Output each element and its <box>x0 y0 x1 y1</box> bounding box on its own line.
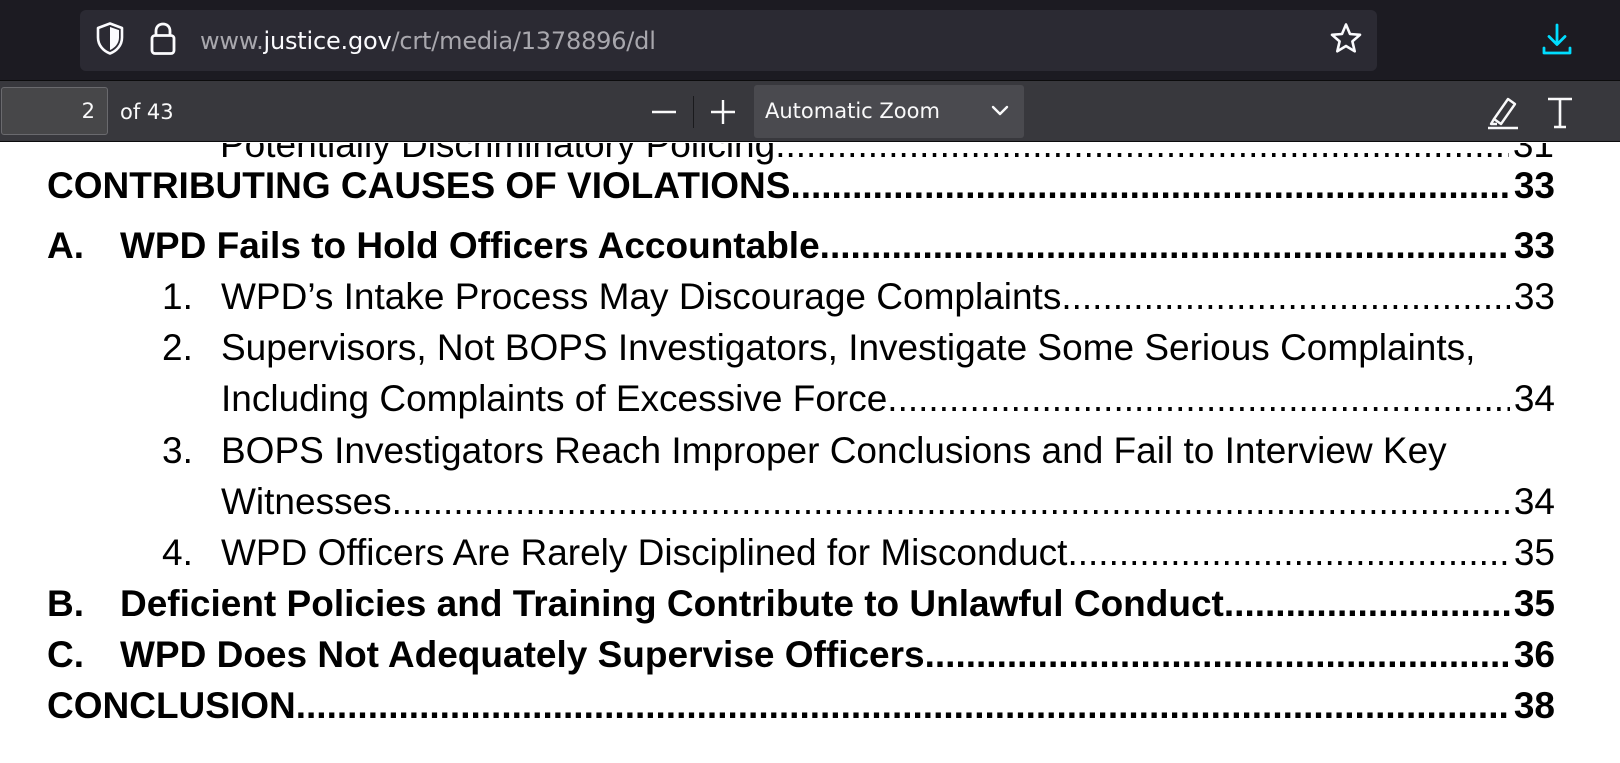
toc-item-marker: 1. <box>162 276 193 317</box>
zoom-select-value: Automatic Zoom <box>765 99 940 123</box>
toc-entry-title: Including Complaints of Excessive Force <box>221 378 888 419</box>
url-text[interactable]: www.justice.gov/crt/media/1378896/dl <box>200 27 656 55</box>
toc-entry-title: CONCLUSION <box>47 685 296 726</box>
toc-entry-page: 35 <box>1513 532 1555 573</box>
text-cursor-icon[interactable] <box>1540 93 1580 136</box>
toc-entry-page: 33 <box>1513 165 1555 206</box>
toc-item-marker: 4. <box>162 532 193 573</box>
toc-section-marker: A. <box>47 225 84 266</box>
download-icon[interactable] <box>1540 22 1574 63</box>
url-path: /crt/media/1378896/dl <box>391 26 656 55</box>
toc-entry-title-line1[interactable]: Supervisors, Not BOPS Investigators, Inv… <box>221 326 1475 370</box>
zoom-out-button[interactable] <box>646 93 682 129</box>
page-number-input[interactable]: 2 <box>1 87 108 135</box>
toc-item-marker: 2. <box>162 327 193 368</box>
toc-entry-contributing-causes[interactable]: CONTRIBUTING CAUSES OF VIOLATIONS 33 <box>47 164 1555 208</box>
toc-entry-title: Witnesses <box>221 481 392 522</box>
lock-icon[interactable] <box>147 20 179 61</box>
toc-entry-item-4[interactable]: WPD Officers Are Rarely Disciplined for … <box>221 531 1555 575</box>
star-icon[interactable] <box>1329 21 1363 60</box>
browser-navbar: www.justice.gov/crt/media/1378896/dl <box>0 0 1620 80</box>
toc-leader-dots <box>1061 275 1510 319</box>
toc-entry-item-2[interactable]: Including Complaints of Excessive Force … <box>221 377 1555 421</box>
toc-entry-section-c[interactable]: WPD Does Not Adequately Supervise Office… <box>120 633 1555 677</box>
toc-entry-item-3[interactable]: Witnesses 34 <box>221 480 1555 524</box>
toc-entry-title: CONTRIBUTING CAUSES OF VIOLATIONS <box>47 165 791 206</box>
toc-entry-title-line1[interactable]: BOPS Investigators Reach Improper Conclu… <box>221 429 1447 473</box>
page-count-label: of 43 <box>120 100 174 124</box>
toc-section-marker: B. <box>47 583 84 624</box>
toc-entry-page: 33 <box>1513 225 1555 266</box>
toc-leader-dots <box>296 684 1510 728</box>
url-host: justice.gov <box>263 26 392 55</box>
toc-entry-section-a[interactable]: WPD Fails to Hold Officers Accountable 3… <box>120 224 1555 268</box>
zoom-in-button[interactable] <box>705 93 741 129</box>
toc-item-marker: 3. <box>162 430 193 471</box>
chevron-down-icon <box>990 104 1010 123</box>
toc-entry-page: 36 <box>1513 634 1555 675</box>
toc-entry-title: WPD’s Intake Process May Discourage Comp… <box>221 276 1062 317</box>
toc-leader-dots <box>1224 582 1510 626</box>
toc-entry-conclusion[interactable]: CONCLUSION 38 <box>47 684 1555 728</box>
toc-leader-dots <box>820 224 1510 268</box>
toc-leader-dots <box>1067 531 1509 575</box>
toc-section-marker: C. <box>47 634 84 675</box>
highlighter-icon[interactable] <box>1484 93 1522 136</box>
toc-leader-dots <box>887 377 1510 421</box>
toc-entry-title: WPD Does Not Adequately Supervise Office… <box>120 634 925 675</box>
toc-leader-dots <box>392 480 1510 524</box>
shield-icon[interactable] <box>94 20 126 61</box>
toc-entry-item-1[interactable]: WPD’s Intake Process May Discourage Comp… <box>221 275 1555 319</box>
toc-entry-title: WPD Fails to Hold Officers Accountable <box>120 225 820 266</box>
toc-entry-section-b[interactable]: Deficient Policies and Training Contribu… <box>120 582 1555 626</box>
toc-entry-page: 35 <box>1513 583 1555 624</box>
toc-entry-title: WPD Officers Are Rarely Disciplined for … <box>221 532 1068 573</box>
pdf-toolbar: 2 of 43 Automatic Zoom <box>0 80 1620 142</box>
toc-entry-page: 33 <box>1513 276 1555 317</box>
toc-entry-page: 34 <box>1513 481 1555 522</box>
address-bar[interactable]: www.justice.gov/crt/media/1378896/dl <box>80 10 1377 71</box>
zoom-select[interactable]: Automatic Zoom <box>754 85 1024 138</box>
toc-entry-title: Deficient Policies and Training Contribu… <box>120 583 1224 624</box>
url-prefix: www. <box>200 26 264 55</box>
plus-icon <box>711 100 735 124</box>
toc-entry-page: 34 <box>1513 378 1555 419</box>
toolbar-separator <box>693 96 694 128</box>
minus-icon <box>652 110 676 114</box>
toc-leader-dots <box>925 633 1510 677</box>
pdf-page: Potentially Discriminatory Policing 31 C… <box>0 143 1620 763</box>
toc-entry-page: 38 <box>1513 685 1555 726</box>
toc-leader-dots <box>790 164 1509 208</box>
